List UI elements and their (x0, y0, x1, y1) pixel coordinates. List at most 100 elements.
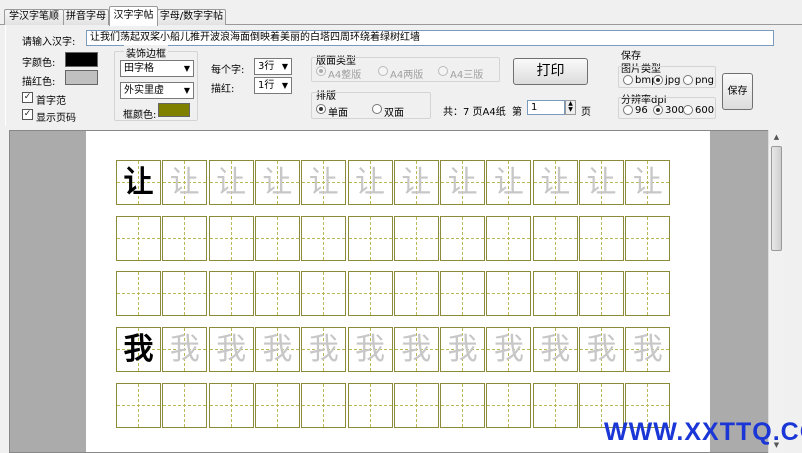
cell-guide-vertical (230, 384, 232, 427)
watermark-text: WWW.XXTTQ.COM (604, 418, 802, 446)
first-char-label: 首字范 (36, 96, 66, 107)
vertical-scrollbar[interactable]: ▲ ▼ (768, 130, 784, 453)
grid-style-select[interactable]: 田字格 ▼ (120, 60, 194, 77)
trace-character: 我 (262, 332, 293, 367)
cell-guide-vertical (508, 384, 510, 427)
single-side-radio[interactable] (316, 104, 326, 114)
practice-cell (440, 216, 486, 261)
image-bmp-radio[interactable] (623, 75, 633, 85)
page-prefix: 第 (512, 107, 522, 118)
practice-cell (208, 271, 254, 316)
trace-value: 1行 (258, 80, 275, 91)
practice-cell (347, 271, 393, 316)
trace-color-swatch[interactable] (65, 70, 98, 85)
image-jpg-radio[interactable] (653, 75, 663, 85)
settings-panel: 请输入汉字: 让我们荡起双桨小船儿推开波浪海面倒映着美丽的白塔四周环绕着绿树红墙… (5, 25, 795, 126)
cell-guide-vertical (184, 384, 186, 427)
tab-letter-number-copybook[interactable]: 字母/数字字帖 (157, 9, 226, 25)
practice-cell: 我 (347, 327, 393, 372)
trace-character: 我 (540, 332, 571, 367)
practice-cell: 我 (208, 327, 254, 372)
practice-cell (301, 271, 347, 316)
tab-pinyin[interactable]: 拼音字母 (63, 9, 109, 25)
practice-cell: 我 (625, 327, 671, 372)
practice-cell (532, 383, 578, 428)
char-color-swatch[interactable] (65, 52, 98, 67)
practice-cell (347, 216, 393, 261)
dpi-600-label: 600 (695, 105, 715, 116)
dpi-96-radio[interactable] (623, 105, 633, 115)
page-total: 共：7 页A4纸 (443, 107, 506, 118)
layout-a4-three-label: A4三版 (450, 70, 484, 81)
scroll-thumb[interactable] (771, 146, 782, 251)
trace-character: 我 (586, 332, 617, 367)
page-spinner[interactable]: ▲ ▼ (565, 100, 576, 115)
practice-cell: 让 (393, 160, 439, 205)
page-number-input[interactable]: 1 (527, 100, 565, 115)
cell-guide-vertical (323, 384, 325, 427)
cell-guide-vertical (601, 217, 602, 260)
practice-cell (254, 271, 300, 316)
save-button[interactable]: 保存 (722, 73, 753, 110)
trace-character: 让 (401, 165, 432, 200)
trace-character: 让 (632, 165, 663, 200)
tab-hanzi-copybook[interactable]: 汉字字帖 (109, 6, 158, 26)
practice-cell: 我 (393, 327, 439, 372)
cell-guide-vertical (323, 217, 325, 260)
practice-cell: 让 (579, 160, 624, 205)
show-page-checkbox[interactable]: ✓ (22, 109, 33, 120)
trace-label: 描红: (211, 84, 235, 95)
practice-cell (486, 383, 532, 428)
line-style-select[interactable]: 外实里虚 ▼ (120, 82, 194, 99)
layout-a4-full-radio[interactable] (316, 66, 326, 76)
practice-cell: 我 (116, 327, 161, 372)
layout-a4-two-radio[interactable] (378, 66, 388, 76)
practice-cell: 让 (347, 160, 393, 205)
scroll-up-icon[interactable]: ▲ (769, 130, 784, 145)
practice-cell: 让 (162, 160, 208, 205)
image-png-radio[interactable] (683, 75, 693, 85)
trace-character: 让 (586, 165, 617, 200)
cell-guide-vertical (508, 272, 510, 315)
first-char-checkbox[interactable]: ✓ (22, 92, 33, 103)
model-character: 让 (123, 165, 154, 200)
practice-cell: 让 (440, 160, 486, 205)
dpi-300-radio[interactable] (653, 105, 663, 115)
spin-down-icon[interactable]: ▼ (566, 107, 575, 113)
trace-character: 我 (355, 332, 385, 367)
cell-guide-vertical (369, 217, 371, 260)
trace-character: 让 (308, 165, 339, 200)
trace-color-label: 描红色: (22, 77, 56, 88)
dpi-600-radio[interactable] (683, 105, 693, 115)
trace-character: 我 (169, 332, 200, 367)
dpi-300-label: 300 (665, 105, 685, 116)
dpi-96-label: 96 (635, 105, 648, 116)
hanzi-input[interactable]: 让我们荡起双桨小船儿推开波浪海面倒映着美丽的白塔四周环绕着绿树红墙 (86, 30, 774, 46)
practice-cell: 我 (440, 327, 486, 372)
frame-color-label: 框颜色: (123, 110, 157, 121)
frame-color-swatch[interactable] (158, 103, 190, 117)
practice-cell: 让 (625, 160, 671, 205)
practice-cell: 让 (301, 160, 347, 205)
cell-guide-vertical (369, 272, 371, 315)
page-suffix: 页 (581, 107, 591, 118)
practice-cell: 我 (254, 327, 300, 372)
image-png-label: png (695, 75, 715, 86)
cell-guide-vertical (230, 217, 232, 260)
print-button[interactable]: 打印 (513, 58, 588, 85)
layout-a4-three-radio[interactable] (438, 66, 448, 76)
trace-select[interactable]: 1行 ▼ (254, 77, 292, 94)
practice-cell (625, 216, 671, 261)
practice-cell: 让 (254, 160, 300, 205)
practice-cell (393, 383, 439, 428)
per-char-select[interactable]: 3行 ▼ (254, 58, 292, 75)
trace-character: 我 (216, 332, 247, 367)
cell-guide-vertical (415, 217, 417, 260)
practice-cell: 我 (532, 327, 578, 372)
line-style-value: 外实里虚 (124, 85, 164, 96)
practice-cell: 我 (301, 327, 347, 372)
double-side-radio[interactable] (372, 104, 382, 114)
practice-cell: 我 (579, 327, 624, 372)
tab-stroke-order[interactable]: 学汉字笔顺 (4, 9, 64, 25)
cell-guide-vertical (462, 384, 464, 427)
